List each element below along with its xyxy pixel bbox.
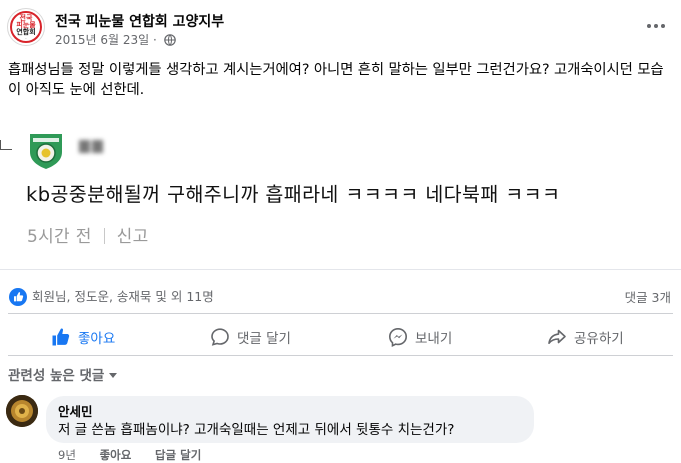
- send-label: 보내기: [415, 331, 453, 347]
- commenter-avatar[interactable]: [6, 395, 38, 427]
- embedded-comment-meta: 5시간 전 신고: [27, 222, 149, 247]
- more-options-button[interactable]: [646, 18, 666, 34]
- comment-text: 저 글 쓴놈 흡패놈이냐? 고개숙일때는 언제고 뒤에서 뒷통수 치는건가?: [58, 422, 455, 438]
- send-button[interactable]: 보내기: [388, 326, 452, 348]
- caret-down-icon: [109, 373, 118, 378]
- comments-count[interactable]: 댓글 3개: [625, 287, 671, 306]
- avatar-image: [6, 395, 38, 427]
- speech-bubble-icon: [211, 328, 229, 346]
- share-button[interactable]: 공유하기: [547, 326, 624, 348]
- comment-sort-dropdown[interactable]: 관련성 높은 댓글: [8, 364, 118, 384]
- divider: [8, 355, 673, 356]
- reactions-summary[interactable]: 회원님, 정도운, 송재묵 및 외 11명: [9, 286, 214, 306]
- meta-divider: [103, 228, 105, 244]
- post-date[interactable]: 2015년 6월 23일 ·: [55, 33, 157, 47]
- post-text: 흡패성님들 정말 이렇게들 생각하고 계시는거에여? 아니면 흔히 말하는 일부…: [8, 62, 664, 98]
- comment-actions: 9년 좋아요 답글 달기: [58, 447, 221, 463]
- comment-like-button[interactable]: 좋아요: [100, 448, 132, 462]
- comment-label: 댓글 달기: [237, 331, 291, 347]
- share-arrow-icon: [548, 329, 566, 344]
- post-date-row: 2015년 6월 23일 ·: [55, 31, 176, 48]
- globe-icon: [163, 34, 176, 46]
- messenger-icon: [388, 327, 408, 347]
- avatar-text-line-3: 연합회: [16, 28, 36, 36]
- like-button[interactable]: 좋아요: [51, 326, 115, 348]
- comment-button[interactable]: 댓글 달기: [210, 326, 291, 348]
- avatar-text-line-4: ·: [25, 36, 27, 40]
- comment-age[interactable]: 9년: [58, 448, 76, 462]
- embedded-comment-time: 5시간 전: [27, 227, 92, 247]
- embedded-image[interactable]: kb공중분해될꺼 구해주니까 흡패라네 ㅋㅋㅋㅋ 네다북패 ㅋㅋㅋ 5시간 전 신…: [0, 112, 681, 270]
- like-reaction-icon: [9, 288, 27, 306]
- shield-badge-icon: [30, 134, 62, 169]
- embed-bottom-divider: [0, 269, 681, 270]
- comment-sort-label: 관련성 높은 댓글: [8, 368, 105, 384]
- embedded-comment-text: kb공중분해될꺼 구해주니까 흡패라네 ㅋㅋㅋㅋ 네다북패 ㅋㅋㅋ: [26, 183, 561, 206]
- comment-reply-button[interactable]: 답글 달기: [155, 448, 201, 462]
- thumbs-up-icon: [52, 328, 70, 346]
- page-name[interactable]: 전국 피눈물 연합회 고양지부: [55, 11, 224, 31]
- blurred-username: [79, 138, 107, 153]
- embedded-report-label: 신고: [116, 227, 149, 247]
- dot-icon: [661, 24, 665, 28]
- reactions-text: 회원님, 정도운, 송재묵 및 외 11명: [32, 289, 214, 304]
- divider: [8, 313, 673, 314]
- dot-icon: [654, 24, 658, 28]
- reply-thread-line: [0, 140, 12, 150]
- page-avatar[interactable]: 전국 피눈물 연합회 ·: [7, 8, 45, 46]
- share-label: 공유하기: [574, 331, 624, 347]
- dot-icon: [647, 24, 651, 28]
- like-label: 좋아요: [78, 331, 116, 347]
